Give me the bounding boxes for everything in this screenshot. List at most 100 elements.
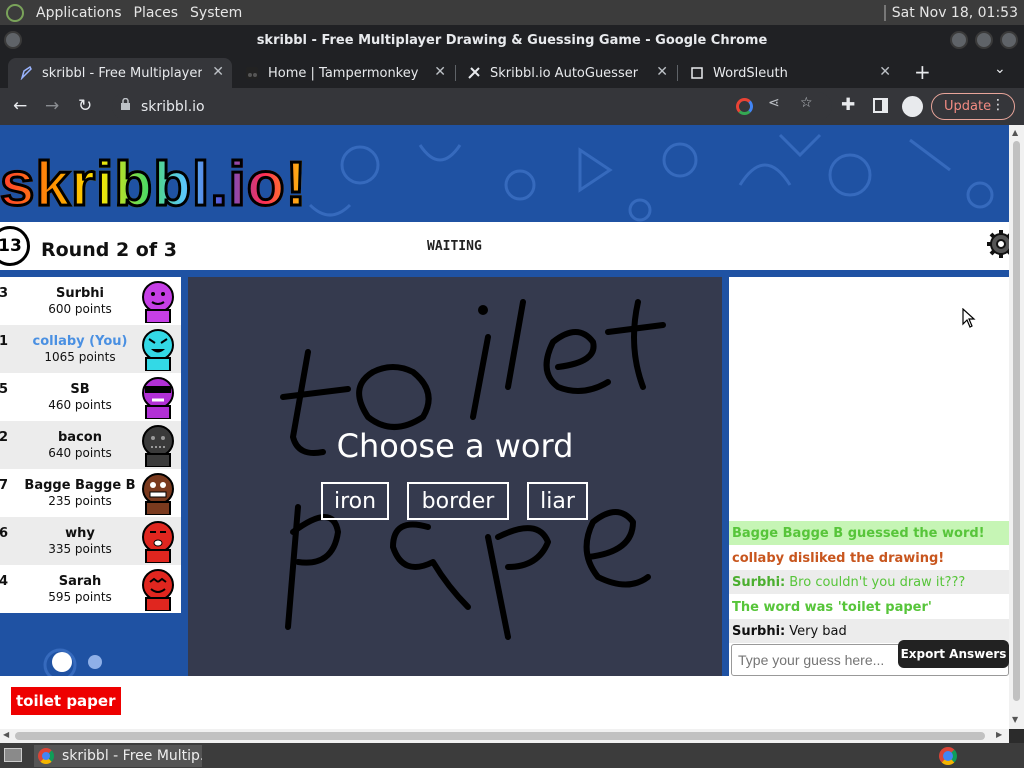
scrollbar-thumb[interactable] [15, 732, 985, 740]
chat-text: collaby disliked the drawing! [732, 550, 945, 566]
tab-autoguesser[interactable]: Skribbl.io AutoGuesser ✕ [456, 58, 676, 88]
more-vert-icon[interactable]: ⋮ [991, 97, 1005, 113]
close-tab-icon[interactable]: ✕ [656, 64, 668, 80]
address-bar[interactable]: skribbl.io ⋖ ☆ [112, 92, 832, 121]
vertical-scrollbar[interactable]: ▲ ▼ [1009, 125, 1024, 729]
player-rank: 2 [0, 430, 9, 445]
player-points: 235 points [48, 494, 112, 508]
chat-message: collaby disliked the drawing! [729, 546, 1009, 570]
tab-search-chevron-icon[interactable]: ⌄ [994, 61, 1006, 77]
player-row[interactable]: 5 SB 460 points [0, 373, 181, 421]
scroll-down-arrow-icon[interactable]: ▼ [1012, 715, 1018, 724]
player-rank: 4 [0, 574, 9, 589]
tab-skribbl[interactable]: skribbl - Free Multiplayer Dr ✕ [8, 58, 232, 88]
drawing-canvas[interactable] [188, 277, 722, 676]
horizontal-scrollbar[interactable]: ◀ ▶ [0, 729, 1009, 743]
tab-strip: skribbl - Free Multiplayer Dr ✕ Home | T… [0, 55, 1024, 88]
player-row[interactable]: 4 Sarah 595 points [0, 565, 181, 613]
close-tab-icon[interactable]: ✕ [212, 64, 224, 80]
system-top-panel: Applications Places System Sat Nov 18, 0… [0, 0, 1024, 25]
word-choice-label: liar [540, 488, 575, 514]
taskbar-chrome-window[interactable]: skribbl - Free Multip... [34, 745, 202, 767]
round-indicator: Round 2 of 3 [41, 239, 177, 261]
distro-logo-icon[interactable] [6, 3, 24, 22]
lock-icon[interactable] [120, 97, 131, 115]
forward-arrow-icon[interactable]: → [45, 96, 59, 116]
url-text[interactable]: skribbl.io [141, 99, 205, 115]
word-choice-label: border [421, 488, 495, 514]
carousel-dot-active[interactable] [52, 652, 72, 672]
chrome-tray-icon[interactable] [939, 747, 957, 765]
player-row[interactable]: 7 Bagge Bagge B 235 points [0, 469, 181, 517]
google-icon[interactable] [736, 98, 753, 115]
chat-author: Surbhi: [732, 623, 786, 639]
word-choice-liar[interactable]: liar [527, 482, 588, 520]
tab-wordsleuth[interactable]: WordSleuth ✕ [679, 58, 899, 88]
extensions-puzzle-icon[interactable]: ✚ [841, 95, 855, 115]
update-button[interactable]: Update ⋮ [931, 93, 1015, 120]
close-tab-icon[interactable]: ✕ [879, 64, 891, 80]
window-title: skribbl - Free Multiplayer Drawing & Gue… [256, 32, 768, 48]
export-answers-button[interactable]: Export Answers [898, 640, 1009, 668]
player-points: 460 points [48, 398, 112, 412]
window-titlebar[interactable]: skribbl - Free Multiplayer Drawing & Gue… [0, 25, 1024, 55]
minimize-button[interactable] [950, 31, 968, 49]
player-avatar-icon [142, 377, 174, 419]
drawing-strokes [280, 299, 666, 640]
show-desktop-icon[interactable] [4, 748, 22, 762]
player-points: 335 points [48, 542, 112, 556]
player-rank: 5 [0, 382, 9, 397]
player-row[interactable]: 2 bacon 640 points [0, 421, 181, 469]
close-window-button[interactable] [1000, 31, 1018, 49]
word-choice-iron[interactable]: iron [321, 482, 389, 520]
tab-label: skribbl - Free Multiplayer Dr [42, 65, 202, 81]
scroll-right-arrow-icon[interactable]: ▶ [996, 730, 1002, 739]
tab-label: Home | Tampermonkey [268, 65, 419, 81]
wordsleuth-icon [689, 65, 705, 81]
carousel-dot[interactable] [88, 655, 102, 669]
chat-author: Surbhi: [732, 574, 786, 590]
side-panel-icon[interactable] [873, 98, 888, 113]
profile-avatar-icon[interactable] [902, 96, 923, 117]
menu-applications[interactable]: Applications [32, 5, 126, 21]
chat-text: Bagge Bagge B guessed the word! [732, 525, 985, 541]
player-row[interactable]: 6 why 335 points [0, 517, 181, 565]
new-tab-plus-icon[interactable]: + [914, 60, 931, 84]
player-row[interactable]: 1 collaby (You) 1065 points [0, 325, 181, 373]
back-arrow-icon[interactable]: ← [13, 96, 27, 116]
reload-icon[interactable]: ↻ [78, 96, 92, 116]
word-choice-border[interactable]: border [407, 482, 509, 520]
player-avatar-icon [142, 329, 174, 371]
player-rank: 6 [0, 526, 9, 541]
mouse-cursor-icon [962, 308, 976, 328]
answer-badge: toilet paper [10, 686, 122, 716]
maximize-button[interactable] [975, 31, 993, 49]
chat-message: The word was 'toilet paper' [729, 595, 1009, 619]
logo-text: skribbl.io! [0, 149, 308, 221]
pencil-icon [18, 65, 34, 81]
chat-text: Very bad [789, 623, 847, 639]
player-points: 640 points [48, 446, 112, 460]
tab-tampermonkey[interactable]: Home | Tampermonkey ✕ [234, 58, 454, 88]
word-choice-label: iron [333, 488, 377, 514]
bookmark-star-icon[interactable]: ☆ [800, 95, 813, 111]
player-avatar-icon [142, 521, 174, 563]
skribbl-logo: skribbl.io! [0, 149, 308, 221]
close-tab-icon[interactable]: ✕ [434, 64, 446, 80]
scroll-up-arrow-icon[interactable]: ▲ [1012, 128, 1018, 137]
menu-system[interactable]: System [186, 5, 246, 21]
player-points: 1065 points [44, 350, 116, 364]
scroll-left-arrow-icon[interactable]: ◀ [3, 730, 9, 739]
player-row[interactable]: 3 Surbhi 600 points [0, 277, 181, 325]
player-avatar-icon [142, 569, 174, 611]
chrome-icon [38, 748, 54, 764]
window-menu-icon[interactable] [4, 31, 22, 49]
clock[interactable]: Sat Nov 18, 01:53 [883, 4, 1018, 21]
chat-text: The word was 'toilet paper' [732, 599, 932, 615]
player-points: 595 points [48, 590, 112, 604]
script-icon [466, 65, 482, 81]
browser-toolbar: ← → ↻ skribbl.io ⋖ ☆ ✚ Update ⋮ [0, 88, 1024, 125]
menu-places[interactable]: Places [130, 5, 183, 21]
scrollbar-thumb[interactable] [1013, 141, 1020, 701]
share-icon[interactable]: ⋖ [768, 95, 780, 111]
